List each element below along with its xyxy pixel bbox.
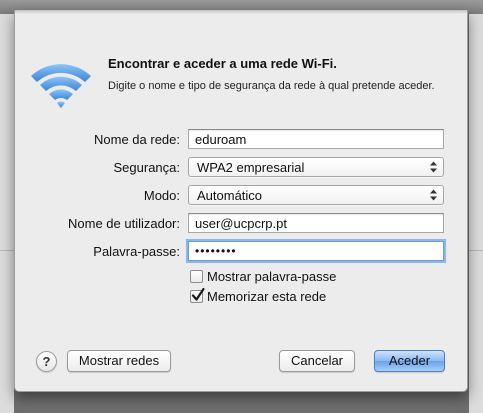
network-name-field[interactable]: eduroam: [188, 129, 444, 149]
window-backdrop-right: [469, 14, 483, 413]
remember-network-checkbox[interactable]: [190, 287, 205, 303]
username-label: Nome de utilizador:: [68, 216, 180, 231]
network-name-label: Nome da rede:: [94, 132, 180, 147]
username-field[interactable]: user@ucpcrp.pt: [188, 213, 444, 233]
backdrop-divider: [0, 250, 14, 251]
help-button[interactable]: ?: [36, 351, 57, 372]
dialog-subtitle: Digite o nome e tipo de segurança da red…: [108, 80, 435, 92]
password-label: Palavra-passe:: [93, 244, 180, 259]
mode-popup-value: Automático: [197, 188, 263, 203]
wifi-join-dialog: Encontrar e aceder a uma rede Wi-Fi. Dig…: [14, 10, 468, 392]
backdrop-divider: [469, 250, 483, 251]
security-label: Segurança:: [113, 160, 181, 175]
checkmark-icon: [191, 287, 205, 301]
updown-arrows-icon: [430, 161, 437, 173]
show-password-label: Mostrar palavra-passe: [207, 269, 337, 284]
dialog-title: Encontrar e aceder a uma rede Wi-Fi.: [108, 56, 337, 71]
wifi-icon: [31, 64, 91, 108]
security-popup[interactable]: WPA2 empresarial: [188, 157, 444, 177]
mode-popup[interactable]: Automático: [188, 185, 444, 205]
show-password-checkbox[interactable]: [190, 270, 203, 283]
show-networks-button[interactable]: Mostrar redes: [67, 350, 171, 372]
window-backdrop-left: [0, 14, 14, 413]
security-popup-value: WPA2 empresarial: [197, 160, 305, 175]
mode-label: Modo:: [143, 188, 180, 203]
remember-network-label: Memorizar esta rede: [207, 289, 327, 304]
updown-arrows-icon: [430, 189, 437, 201]
join-button[interactable]: Aceder: [374, 350, 445, 372]
cancel-button[interactable]: Cancelar: [279, 350, 355, 372]
password-field[interactable]: ••••••••: [188, 241, 444, 261]
